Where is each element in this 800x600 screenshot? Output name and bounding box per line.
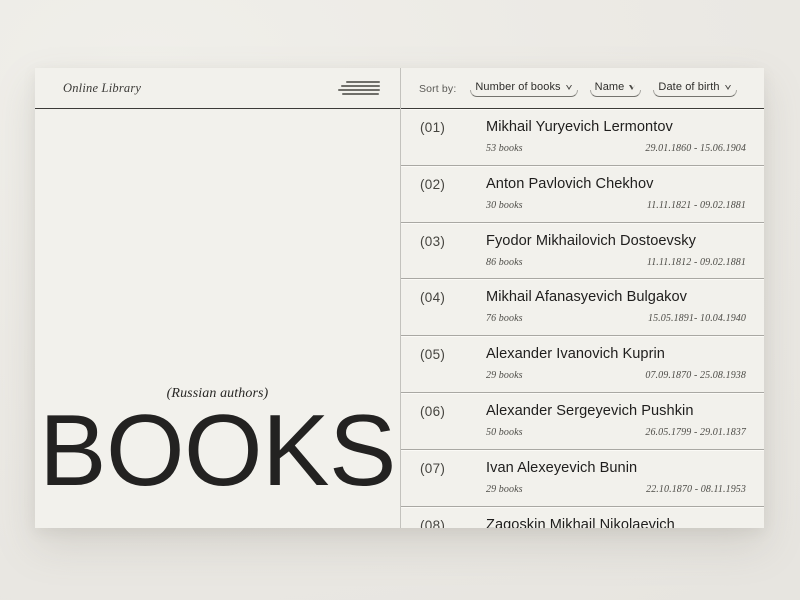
table-row[interactable]: (05) Alexander Ivanovich Kuprin 29 books… bbox=[401, 336, 764, 393]
sort-option-underline bbox=[590, 90, 642, 97]
sort-by-label: Sort by: bbox=[419, 83, 456, 95]
life-dates: 11.11.1821 - 09.02.1881 bbox=[647, 200, 746, 211]
book-count: 29 books bbox=[486, 370, 523, 381]
pages-icon-line-3 bbox=[338, 89, 380, 91]
life-dates: 11.11.1812 - 09.02.1881 bbox=[647, 257, 746, 268]
row-index: (02) bbox=[420, 177, 445, 192]
row-index: (04) bbox=[420, 290, 445, 305]
life-dates: 22.10.1870 - 08.11.1953 bbox=[646, 484, 746, 495]
pages-icon-line-4 bbox=[342, 93, 379, 95]
author-name: Zagoskin Mikhail Nikolaevich bbox=[486, 517, 675, 528]
row-index: (06) bbox=[420, 404, 445, 419]
table-row[interactable]: (04) Mikhail Afanasyevich Bulgakov 76 bo… bbox=[401, 279, 764, 336]
app-root: Online Library Sort by: Number of books … bbox=[0, 0, 800, 600]
life-dates: 15.05.1891- 10.04.1940 bbox=[648, 313, 746, 324]
hero-panel: (Russian authors) BOOKS bbox=[35, 109, 400, 528]
sort-option-name[interactable]: Name bbox=[592, 81, 640, 97]
row-index: (05) bbox=[420, 347, 445, 362]
library-card: Online Library Sort by: Number of books … bbox=[35, 68, 764, 528]
row-index: (07) bbox=[420, 461, 445, 476]
book-count: 53 books bbox=[486, 143, 523, 154]
book-count: 30 books bbox=[486, 200, 523, 211]
author-name: Alexander Ivanovich Kuprin bbox=[486, 346, 665, 362]
author-name: Mikhail Afanasyevich Bulgakov bbox=[486, 289, 687, 305]
pages-icon-line-2 bbox=[341, 85, 380, 87]
sort-option-date-of-birth[interactable]: Date of birth bbox=[655, 81, 734, 97]
author-name: Mikhail Yuryevich Lermontov bbox=[486, 119, 673, 135]
table-row[interactable]: (01) Mikhail Yuryevich Lermontov 53 book… bbox=[401, 109, 764, 166]
row-index: (08) bbox=[420, 518, 445, 528]
life-dates: 07.09.1870 - 25.08.1938 bbox=[645, 370, 746, 381]
brand-label: Online Library bbox=[63, 81, 141, 96]
table-row[interactable]: (07) Ivan Alexeyevich Bunin 29 books 22.… bbox=[401, 450, 764, 507]
sort-option-number-of-books[interactable]: Number of books bbox=[472, 81, 575, 97]
row-index: (03) bbox=[420, 234, 445, 249]
book-count: 86 books bbox=[486, 257, 523, 268]
authors-list[interactable]: (01) Mikhail Yuryevich Lermontov 53 book… bbox=[401, 109, 764, 528]
sort-option-underline bbox=[470, 90, 577, 97]
life-dates: 26.05.1799 - 29.01.1837 bbox=[645, 427, 746, 438]
author-name: Fyodor Mikhailovich Dostoevsky bbox=[486, 233, 696, 249]
author-name: Alexander Sergeyevich Pushkin bbox=[486, 403, 694, 419]
pages-icon-line-1 bbox=[346, 81, 380, 83]
book-count: 50 books bbox=[486, 427, 523, 438]
author-name: Anton Pavlovich Chekhov bbox=[486, 176, 653, 192]
author-name: Ivan Alexeyevich Bunin bbox=[486, 460, 637, 476]
page-title: BOOKS bbox=[35, 398, 400, 505]
row-index: (01) bbox=[420, 120, 445, 135]
table-row[interactable]: (02) Anton Pavlovich Chekhov 30 books 11… bbox=[401, 166, 764, 223]
life-dates: 29.01.1860 - 15.06.1904 bbox=[645, 143, 746, 154]
table-row[interactable]: (06) Alexander Sergeyevich Pushkin 50 bo… bbox=[401, 393, 764, 450]
sort-bar: Sort by: Number of books Name Date of bi… bbox=[401, 68, 764, 109]
stacked-pages-icon[interactable] bbox=[338, 80, 380, 97]
table-row[interactable]: (08) Zagoskin Mikhail Nikolaevich bbox=[401, 507, 764, 528]
book-count: 76 books bbox=[486, 313, 523, 324]
book-count: 29 books bbox=[486, 484, 523, 495]
sort-option-underline bbox=[653, 90, 736, 97]
table-row[interactable]: (03) Fyodor Mikhailovich Dostoevsky 86 b… bbox=[401, 223, 764, 280]
